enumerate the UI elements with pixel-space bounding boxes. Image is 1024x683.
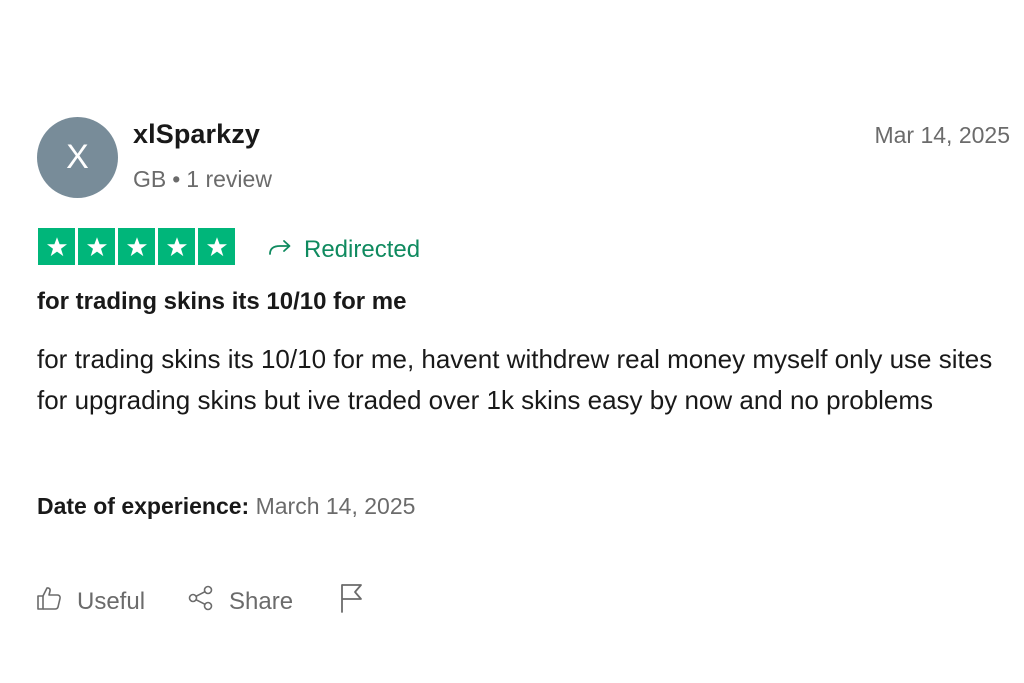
star-icon bbox=[118, 228, 155, 265]
flag-icon bbox=[338, 582, 366, 621]
meta-separator: • bbox=[172, 166, 181, 192]
redirect-arrow-icon bbox=[266, 230, 294, 269]
useful-label: Useful bbox=[77, 587, 146, 615]
review-body: for trading skins its 10/10 for me, have… bbox=[37, 344, 993, 415]
star-rating bbox=[38, 228, 235, 265]
redirected-badge[interactable]: Redirected bbox=[266, 230, 420, 269]
reviewer-review-count: 1 review bbox=[186, 166, 272, 192]
review-card: X xlSparkzy GB • 1 review Mar 14, 2025 Red… bbox=[0, 0, 1024, 683]
review-actions: Useful Share bbox=[35, 582, 366, 621]
share-icon bbox=[187, 584, 215, 619]
share-label: Share bbox=[229, 587, 294, 615]
avatar[interactable]: X bbox=[37, 117, 118, 198]
share-button[interactable]: Share bbox=[187, 584, 293, 619]
star-icon bbox=[38, 228, 75, 265]
reviewer-country: GB bbox=[133, 166, 167, 192]
experience-label: Date of experience: bbox=[37, 493, 250, 519]
thumbs-up-icon bbox=[35, 584, 63, 619]
experience-date: March 14, 2025 bbox=[255, 493, 416, 519]
reviewer-name[interactable]: xlSparkzy bbox=[133, 119, 260, 150]
date-of-experience: Date of experience: March 14, 2025 bbox=[37, 493, 415, 520]
star-icon bbox=[198, 228, 235, 265]
star-icon bbox=[158, 228, 195, 265]
useful-button[interactable]: Useful bbox=[35, 584, 145, 619]
avatar-initial: X bbox=[66, 138, 89, 176]
review-title[interactable]: for trading skins its 10/10 for me bbox=[37, 288, 406, 316]
review-date: Mar 14, 2025 bbox=[874, 122, 1010, 148]
report-button[interactable] bbox=[338, 582, 366, 621]
reviewer-meta: GB • 1 review bbox=[133, 166, 272, 193]
redirected-label: Redirected bbox=[304, 235, 421, 263]
star-icon bbox=[78, 228, 115, 265]
